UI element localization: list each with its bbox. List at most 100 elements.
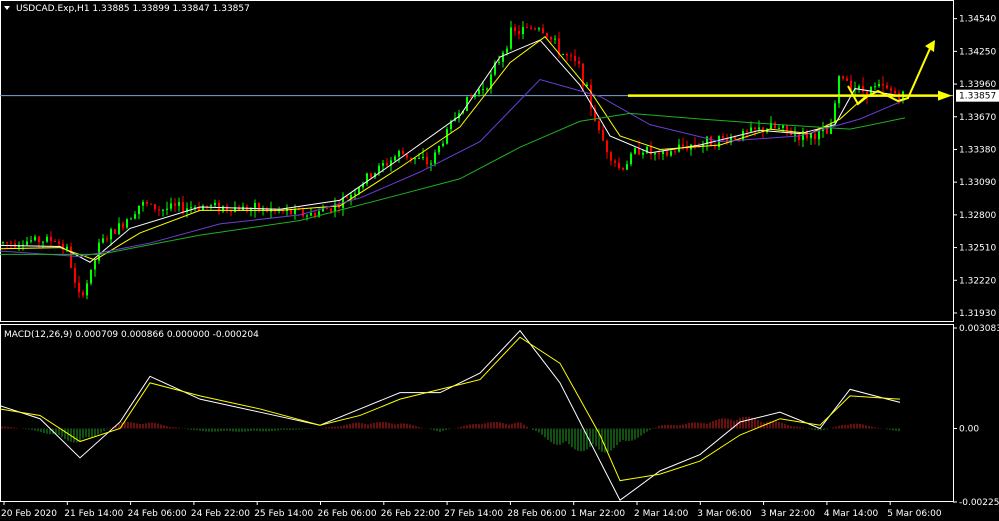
candle-body [418,157,420,159]
candle-body [890,88,892,91]
candle-body [182,202,184,212]
time-tick-label: 3 Mar 22:00 [761,509,816,519]
candle-body [158,209,160,211]
candle-body [6,242,8,244]
candle-body [542,28,544,34]
candle-body [402,151,404,155]
candle-body [210,205,212,207]
candle-body [94,260,96,270]
candle-body [842,76,844,79]
time-tick-label: 25 Feb 14:00 [254,509,313,519]
candle-body [654,153,656,155]
candle-body [742,130,744,141]
candle-body [834,103,836,124]
candle-body [670,151,672,156]
candle-body [206,205,208,207]
candle-body [302,209,304,217]
candle-body [86,283,88,296]
candle-body [546,33,548,37]
candle-body [122,223,124,228]
candle-body [606,140,608,153]
price-tick-label: 1.31930 [959,309,996,319]
candle-body [146,201,148,204]
price-panel[interactable]: 1.34540 1.34250 1.33960 1.33670 1.33380 1.330… [0,0,999,322]
candle-body [42,241,44,243]
candle-body [294,209,296,215]
macd-panel[interactable]: 0.003083 0.00 -0.002255 [0,324,999,508]
macd-frame [0,324,954,502]
candle-body [658,153,660,155]
candle-body [350,194,352,199]
candle-body [426,157,428,165]
candle-body [506,48,508,53]
candle-body [514,27,516,32]
candle-body [610,152,612,161]
candle-body [530,27,532,29]
candle-body [818,131,820,140]
candle-body [534,28,536,30]
candle-body [142,201,144,206]
candle-body [538,28,540,30]
candle-body [674,151,676,153]
price-tick-label: 1.34250 [959,47,996,57]
candle-body [478,89,480,94]
candle-body [862,86,864,92]
time-tick-label: 28 Feb 06:00 [507,509,566,519]
price-frame [0,0,954,322]
moving-average-line [0,112,906,255]
candle-body [386,163,388,166]
candle-body [202,205,204,211]
candle-body [126,219,128,228]
arrow-head-icon [938,90,952,101]
candle-body [498,61,500,63]
chart-canvas[interactable]: 1.34540 1.34250 1.33960 1.33670 1.33380 1.330… [0,0,999,521]
candle-body [170,203,172,209]
candle-body [354,193,356,195]
candle-body [346,197,348,199]
candle-body [502,52,504,62]
price-tick-label: 1.34540 [959,15,996,25]
candle-body [710,136,712,147]
candle-body [882,84,884,86]
macd-series-line [0,329,901,501]
time-tick-label: 3 Mar 06:00 [697,509,752,519]
candle-body [886,85,888,89]
candle-body [662,151,664,155]
candle-body [58,241,60,244]
candle-body [630,153,632,165]
candle-body [70,246,72,268]
price-tick-label: 1.33670 [959,113,996,123]
time-tick-label: 26 Feb 22:00 [381,509,440,519]
candle-body [406,154,408,158]
candle-body [2,242,4,244]
candle-body [214,202,216,206]
candle-body [714,146,716,148]
candle-body [794,134,796,136]
candle-body [634,148,636,154]
candle-body [190,207,192,209]
candle-body [150,203,152,205]
time-tick-label: 21 Feb 14:00 [64,509,123,519]
candle-body [550,36,552,40]
macd-title: MACD(12,26,9) 0.000709 0.000866 0.000000… [4,330,259,340]
time-tick-label: 27 Feb 14:00 [444,509,503,519]
candle-body [258,202,260,211]
candle-body [138,205,140,215]
candle-body [310,212,312,216]
candle-body [638,148,640,155]
time-tick-label: 24 Feb 22:00 [191,509,250,519]
candle-body [874,86,876,88]
time-axis: 20 Feb 2020 21 Feb 14:00 24 Feb 06:00 24 Fe… [1,501,942,519]
candle-body [82,292,84,296]
time-tick-label: 24 Feb 06:00 [128,509,187,519]
candle-body [826,128,828,134]
candle-body [74,267,76,283]
candle-body [642,152,644,155]
candle-body [10,242,12,244]
candle-body [106,238,108,240]
candle-body [118,223,120,235]
time-tick-label: 20 Feb 2020 [1,509,57,519]
candle-body [46,236,48,242]
candle-body [574,55,576,62]
candle-body [442,143,444,146]
